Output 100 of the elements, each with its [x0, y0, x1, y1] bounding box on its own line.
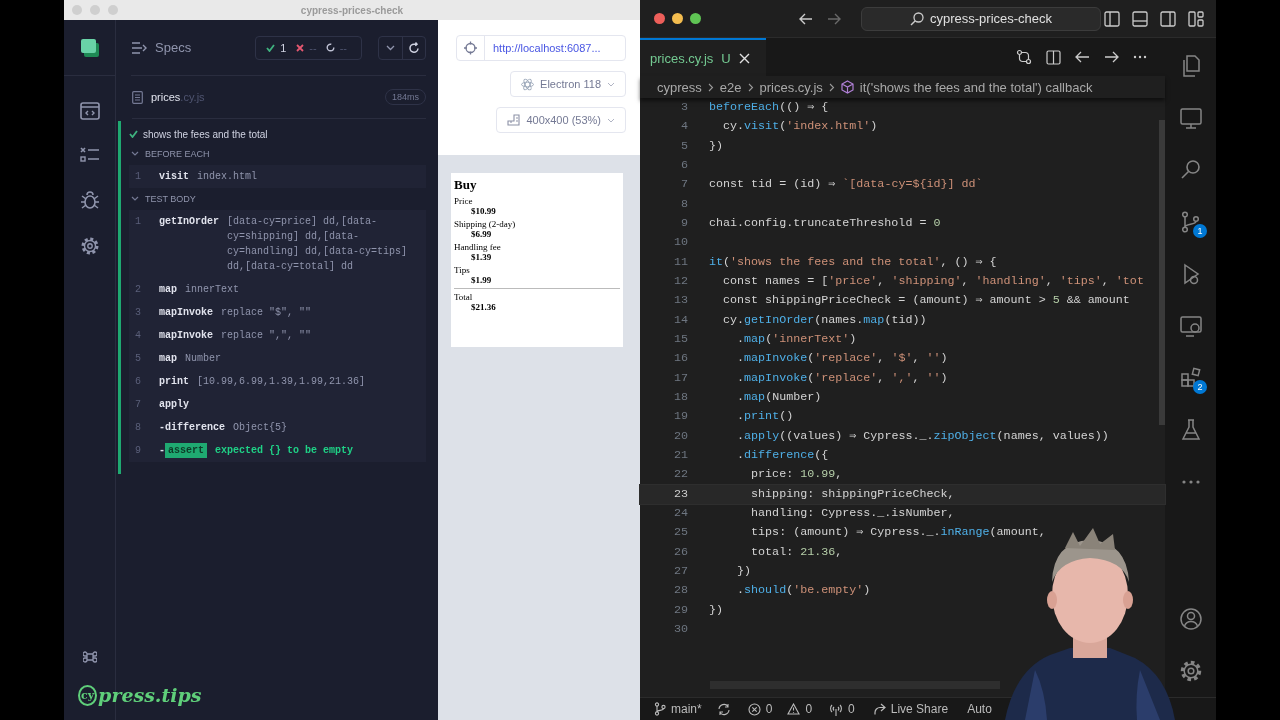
command-row[interactable]: 3 mapInvoke replace "$", "" — [129, 301, 426, 324]
command-center[interactable]: cypress-prices-check — [861, 6, 1101, 31]
status-item[interactable]: Auto — [967, 702, 992, 716]
line-number: 15 — [672, 330, 688, 348]
line-number: 18 — [672, 388, 688, 406]
hook-title[interactable]: BEFORE EACH — [145, 149, 210, 159]
command-row[interactable]: 7 apply — [129, 393, 426, 416]
account-icon[interactable] — [1178, 607, 1203, 631]
close-window-icon[interactable] — [654, 13, 665, 24]
command-key-icon[interactable] — [82, 650, 97, 664]
compare-icon[interactable] — [1016, 49, 1032, 65]
scrollbar-thumb[interactable] — [1159, 120, 1165, 425]
panel-layout-icon[interactable] — [1132, 10, 1148, 27]
breadcrumb[interactable]: it('shows the fees and the total') callback — [859, 79, 1093, 95]
line-number: 10 — [672, 234, 688, 252]
sidebar-layout-icon[interactable] — [1104, 10, 1120, 27]
price-label: Price — [454, 196, 474, 206]
line-number: 27 — [672, 562, 688, 580]
notification-badge: 2 — [1193, 380, 1207, 394]
bug-icon[interactable] — [79, 190, 100, 210]
chevron-icon — [707, 82, 714, 92]
command-message: replace ",", "" — [221, 329, 313, 343]
branch-name[interactable]: main* — [671, 702, 702, 716]
error-count[interactable]: 0 — [765, 702, 773, 716]
line-number: 21 — [672, 446, 688, 464]
command-row[interactable]: 8 -difference Object{5} — [129, 416, 426, 439]
line-number: 7 — [680, 176, 688, 194]
secondary-sidebar-icon[interactable] — [1160, 10, 1176, 27]
line-number: 12 — [672, 272, 688, 290]
specs-icon[interactable] — [79, 37, 100, 58]
command-name: mapInvoke — [159, 329, 213, 343]
specs-title[interactable]: Specs — [155, 40, 192, 55]
url-field[interactable]: http://localhost:6087... — [456, 35, 626, 61]
ports-count[interactable]: 0 — [848, 702, 855, 716]
line-number: 9 — [680, 214, 688, 232]
sync-icon[interactable] — [716, 702, 731, 716]
extensions-icon[interactable] — [1178, 366, 1203, 390]
caret-icon[interactable] — [131, 151, 139, 157]
more-icon[interactable] — [1133, 55, 1147, 59]
back-arrow-icon[interactable] — [1075, 51, 1090, 63]
line-number: 23 — [672, 485, 688, 503]
command-name: difference — [165, 421, 226, 435]
back-arrow-icon[interactable] — [799, 12, 813, 25]
minimize-window-icon[interactable] — [672, 13, 683, 24]
breadcrumb[interactable]: cypress — [657, 79, 702, 95]
line-number: 5 — [680, 137, 688, 155]
settings-icon[interactable] — [1178, 659, 1203, 683]
logo[interactable]: cy press.tips — [78, 684, 202, 706]
line-number: 11 — [672, 253, 688, 271]
settings-icon[interactable] — [79, 236, 100, 256]
child-marker: - — [159, 421, 165, 435]
line-number: 13 — [672, 292, 688, 310]
breadcrumb[interactable]: prices.cy.js — [759, 79, 823, 95]
line-number: 26 — [672, 543, 688, 561]
spec-file-name[interactable]: prices.cy.js — [151, 91, 205, 103]
notification-badge: 1 — [1193, 224, 1207, 238]
close-icon[interactable] — [738, 52, 750, 64]
line-number: 3 — [680, 99, 688, 116]
command-message: [10.99,6.99,1.39,1.99,21.36] — [197, 375, 367, 389]
error-icon[interactable] — [747, 702, 761, 716]
caret-icon[interactable] — [131, 196, 139, 202]
split-editor-icon[interactable] — [1046, 49, 1061, 65]
command-row[interactable]: 2 map innerText — [129, 278, 426, 301]
command-message: index.html — [197, 170, 259, 184]
window-icon[interactable] — [1178, 106, 1203, 130]
price-label: Shipping (2-day) — [454, 219, 517, 229]
reload-icon — [408, 41, 420, 54]
layout-icon[interactable] — [1188, 10, 1204, 27]
command-row[interactable]: 1 getInOrder [data-cy=price] dd,[data-cy=shipping] dd,[data-cy=handling] dd,[data-cy=tips] dd,[data-cy=total] dd — [129, 210, 426, 278]
test-title[interactable]: shows the fees and the total — [143, 128, 268, 140]
browser-dropdown[interactable]: Electron 118 — [510, 71, 626, 97]
maximize-window-icon[interactable] — [690, 13, 701, 24]
share-icon[interactable] — [871, 702, 886, 716]
command-name: map — [159, 283, 177, 297]
command-row[interactable]: 6 print [10.99,6.99,1.39,1.99,21.36] — [129, 370, 426, 393]
code-window-icon[interactable] — [79, 102, 100, 120]
pending-count: -- — [339, 41, 347, 54]
code-line: .map('innerText') — [736, 330, 857, 348]
code-line: .map(Number) — [736, 388, 822, 406]
viewport-dropdown[interactable]: 400x400 (53%) — [496, 107, 626, 133]
line-number: 24 — [672, 504, 688, 522]
untracked-marker: U — [721, 50, 731, 66]
branch-icon[interactable] — [654, 702, 666, 716]
editor-tab[interactable]: prices.cy.js U — [640, 38, 766, 76]
list-icon[interactable] — [79, 146, 100, 164]
monitor-icon[interactable] — [1178, 314, 1203, 338]
command-name: print — [159, 375, 189, 389]
antenna-icon[interactable] — [829, 702, 844, 716]
command-row[interactable]: 9 - assert expected {} to be empty — [129, 439, 426, 462]
live-share[interactable]: Live Share — [890, 702, 949, 716]
breadcrumb[interactable]: e2e — [719, 79, 742, 95]
code-line: beforeEach(() ⇒ { — [709, 99, 829, 116]
warning-icon[interactable] — [787, 703, 801, 715]
line-number: 8 — [680, 195, 688, 213]
warning-count[interactable]: 0 — [805, 702, 813, 716]
hook-title[interactable]: TEST BODY — [145, 194, 196, 204]
cube-icon — [840, 80, 854, 94]
command-row[interactable]: 5 map Number — [129, 347, 426, 370]
command-row[interactable]: 4 mapInvoke replace ",", "" — [129, 324, 426, 347]
command-message: Object{5} — [233, 421, 289, 435]
